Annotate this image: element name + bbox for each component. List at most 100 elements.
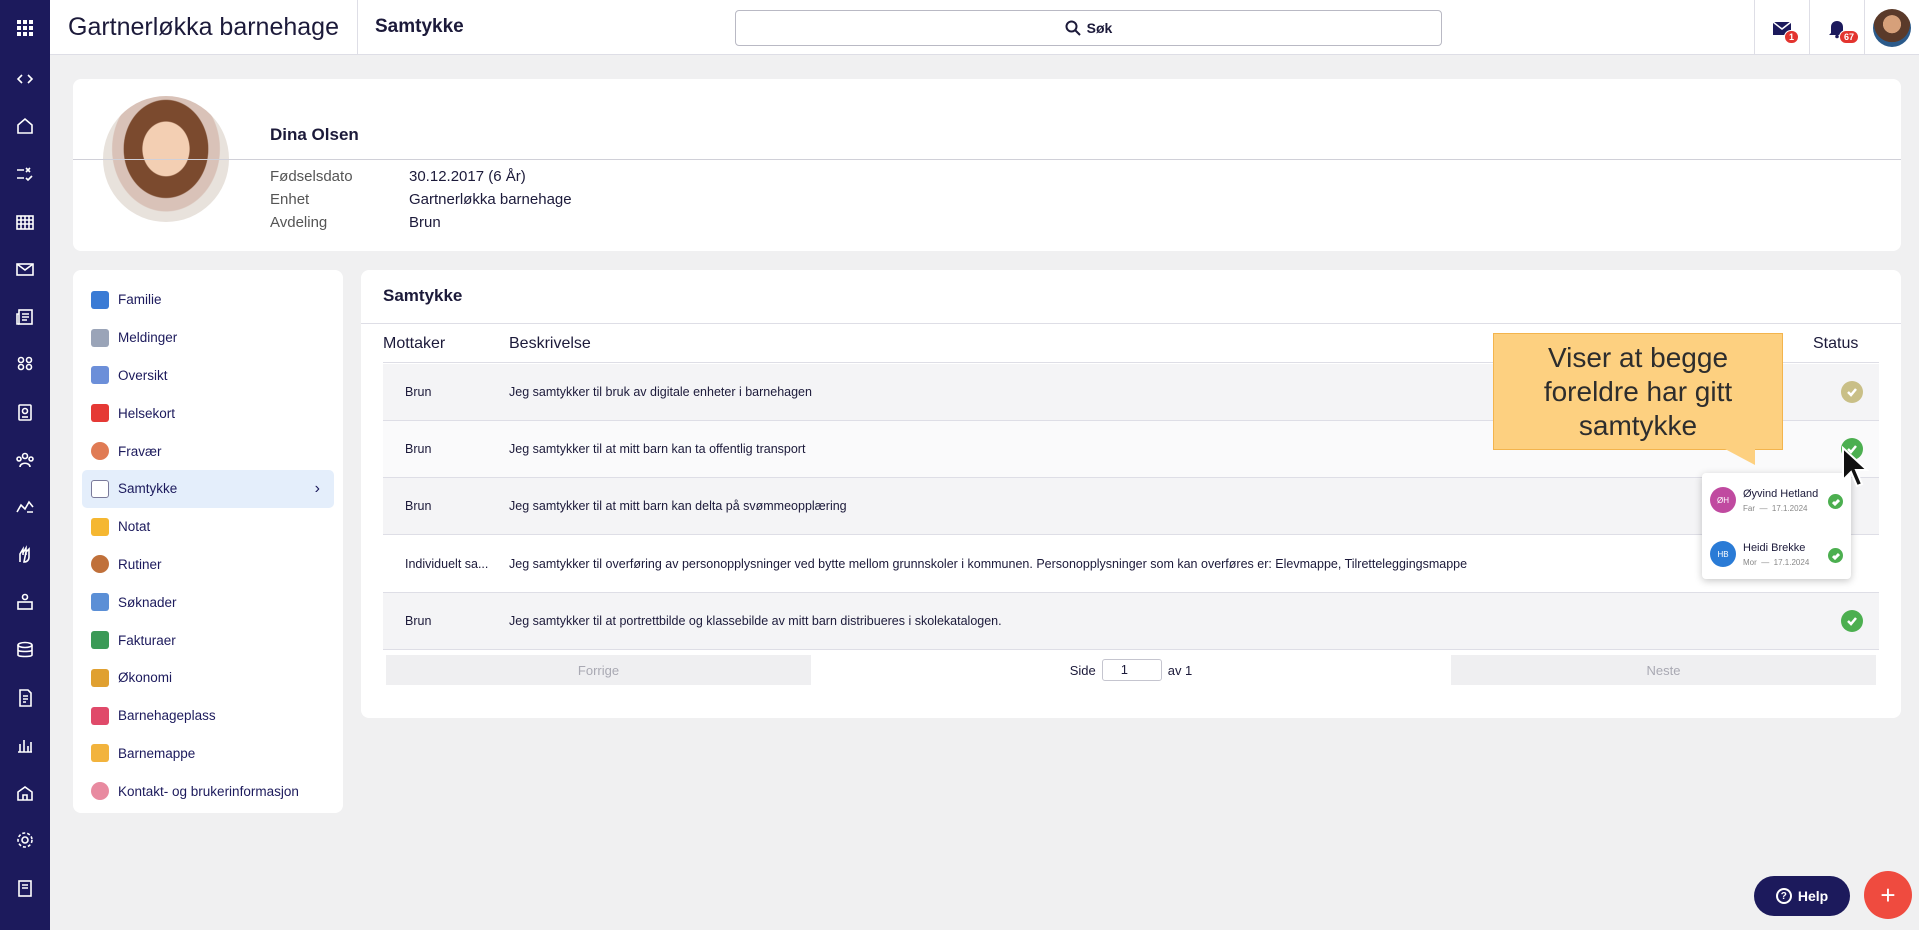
guardian-role: Mor — [1743, 558, 1757, 567]
menu-item-samtykke[interactable]: Samtykke › — [82, 469, 334, 508]
add-button[interactable]: + — [1864, 871, 1912, 919]
info-label: Enhet — [270, 191, 310, 208]
staff-icon[interactable] — [0, 579, 50, 627]
info-value: Gartnerløkka barnehage — [409, 191, 572, 208]
menu-item-label: Familie — [118, 292, 162, 308]
guardian-role: Far — [1743, 504, 1755, 513]
messages-button[interactable]: 1 — [1754, 0, 1809, 55]
menu-item-helsekort[interactable]: Helsekort — [82, 394, 334, 432]
menu-item-label: Samtykke — [118, 481, 178, 497]
mail-icon[interactable] — [0, 245, 50, 293]
plus-icon: + — [1880, 879, 1896, 910]
chevron-right-icon: › — [314, 479, 320, 497]
help-button[interactable]: ? Help — [1754, 876, 1850, 916]
menu-item-label: Kontakt- og brukerinformasjon — [118, 783, 299, 799]
question-icon: ? — [1775, 888, 1792, 904]
child-menu: Familie Meldinger Oversikt Helsekort Fra… — [73, 270, 343, 813]
menu-item-barnemappe[interactable]: Barnemappe — [82, 735, 334, 773]
settings-gear-icon[interactable] — [0, 817, 50, 865]
menu-item-meldinger[interactable]: Meldinger — [82, 319, 334, 357]
search-input[interactable]: Søk — [735, 10, 1442, 46]
groups-icon[interactable] — [0, 341, 50, 389]
info-value: Brun — [409, 214, 441, 231]
table-row[interactable]: Brun Jeg samtykker til at portrettbilde … — [383, 593, 1879, 650]
handbook-icon[interactable] — [0, 864, 50, 912]
family-icon — [91, 290, 109, 309]
economy-icon — [91, 668, 109, 687]
column-header-status[interactable]: Status — [1813, 335, 1858, 353]
guardian-row: ØH Øyvind Hetland Far — 17.1.2024 — [1710, 477, 1843, 521]
guardian-date: 17.1.2024 — [1773, 558, 1810, 567]
people-icon[interactable] — [0, 436, 50, 484]
callout-pointer — [1725, 449, 1755, 465]
page-title: Samtykke — [374, 16, 464, 37]
menu-item-familie[interactable]: Familie — [82, 281, 334, 319]
page-indicator: Side 1 av 1 — [814, 659, 1448, 681]
search-label: Søk — [1086, 20, 1113, 36]
menu-item-label: Søknader — [118, 594, 177, 610]
calendar-icon[interactable] — [0, 198, 50, 246]
menu-item-soknader[interactable]: Søknader — [82, 583, 334, 621]
apps-grid-icon[interactable] — [0, 0, 50, 55]
description-cell: Jeg samtykker til overføring av personop… — [509, 557, 1468, 571]
info-row-birthdate: Fødselsdato 30.12.2017 (6 År) — [270, 165, 572, 188]
next-page-button[interactable]: Neste — [1451, 655, 1876, 685]
column-header-recipient[interactable]: Mottaker — [383, 335, 445, 353]
expand-collapse-icon[interactable] — [0, 55, 50, 103]
invoices-icon — [91, 631, 109, 650]
status-check-icon[interactable] — [1841, 381, 1863, 403]
menu-item-fravaer[interactable]: Fravær — [82, 432, 334, 470]
news-icon[interactable] — [0, 293, 50, 341]
school-icon[interactable] — [0, 769, 50, 817]
notifications-button[interactable]: 67 — [1809, 0, 1864, 55]
menu-item-label: Rutiner — [118, 556, 162, 572]
user-menu-button[interactable] — [1864, 0, 1919, 55]
organization-name[interactable]: Gartnerløkka barnehage — [50, 0, 358, 55]
left-rail — [0, 0, 50, 930]
table-row[interactable]: Brun Jeg samtykker til at mitt barn kan … — [383, 478, 1879, 535]
home-icon[interactable] — [0, 103, 50, 151]
guardian-meta: Far — 17.1.2024 — [1743, 504, 1808, 513]
info-row-department: Avdeling Brun — [270, 211, 572, 234]
finance-icon[interactable] — [0, 626, 50, 674]
health-card-icon — [91, 404, 109, 423]
recipient-cell: Individuelt sa... — [405, 557, 489, 571]
menu-item-barnehageplass[interactable]: Barnehageplass — [82, 697, 334, 735]
description-cell: Jeg samtykker til at mitt barn kan delta… — [509, 499, 847, 513]
menu-item-rutiner[interactable]: Rutiner — [82, 546, 334, 584]
check-icon — [1828, 548, 1843, 563]
menu-item-oversikt[interactable]: Oversikt — [82, 357, 334, 395]
mouse-cursor-icon — [1842, 446, 1869, 488]
attendance-icon[interactable] — [0, 150, 50, 198]
page-number-input[interactable]: 1 — [1101, 659, 1162, 681]
guardian-row: HB Heidi Brekke Mor — 17.1.2024 — [1710, 531, 1843, 575]
column-header-description[interactable]: Beskrivelse — [509, 335, 591, 353]
menu-item-okonomi[interactable]: Økonomi — [82, 659, 334, 697]
status-check-icon[interactable] — [1841, 610, 1863, 632]
statistics-icon[interactable] — [0, 721, 50, 769]
child-name: Dina Olsen — [270, 125, 359, 144]
panel-title: Samtykke — [383, 286, 463, 305]
badge-icon[interactable] — [0, 388, 50, 436]
menu-item-label: Notat — [118, 519, 151, 535]
document-icon[interactable] — [0, 674, 50, 722]
activity-icon[interactable] — [0, 483, 50, 531]
guardian-name: Heidi Brekke — [1743, 542, 1806, 554]
table-row[interactable]: Individuelt sa... Jeg samtykker til over… — [383, 536, 1879, 593]
menu-item-notat[interactable]: Notat — [82, 508, 334, 546]
menu-item-label: Økonomi — [118, 670, 173, 686]
absence-icon — [91, 442, 109, 461]
previous-page-button[interactable]: Forrige — [386, 655, 811, 685]
tutorial-callout: Viser at begge foreldre har gitt samtykk… — [1493, 333, 1783, 450]
menu-item-kontakt[interactable]: Kontakt- og brukerinformasjon — [82, 772, 334, 810]
hand-wash-icon[interactable] — [0, 531, 50, 579]
menu-item-fakturaer[interactable]: Fakturaer — [82, 621, 334, 659]
menu-item-label: Oversikt — [118, 367, 168, 383]
divider — [73, 159, 1901, 160]
guardian-consent-popover: ØH Øyvind Hetland Far — 17.1.2024 HB Hei… — [1702, 473, 1851, 579]
info-value: 30.12.2017 (6 År) — [409, 168, 526, 185]
kindergarten-place-icon — [91, 706, 109, 725]
menu-item-label: Meldinger — [118, 330, 178, 346]
routines-icon — [91, 555, 109, 574]
guardian-meta: Mor — 17.1.2024 — [1743, 558, 1810, 567]
